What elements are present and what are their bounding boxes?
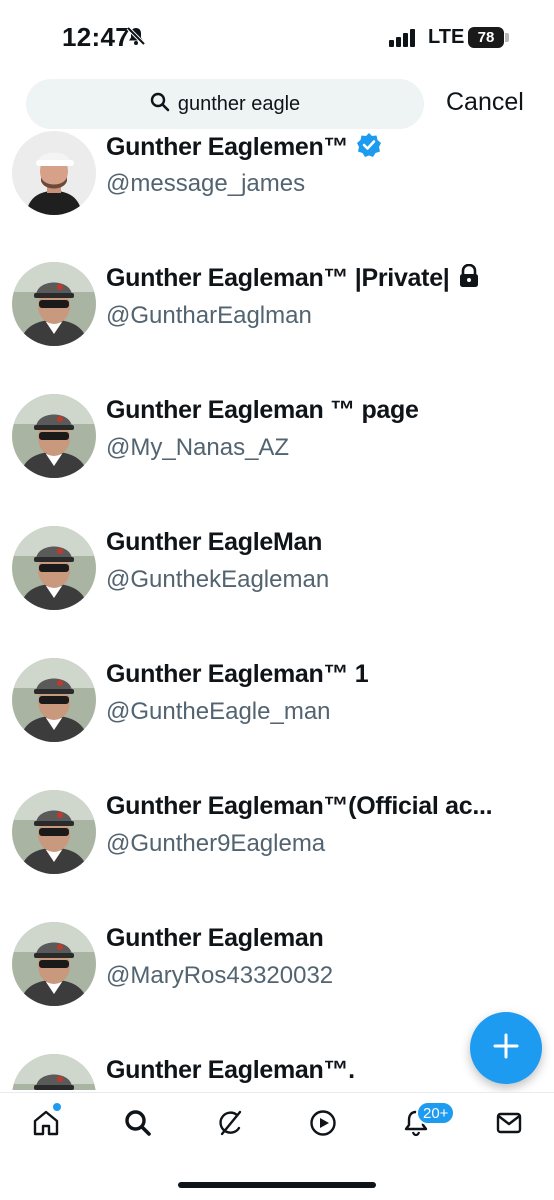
avatar[interactable] — [12, 658, 96, 742]
home-icon — [31, 1108, 61, 1143]
network-type: LTE — [428, 26, 465, 48]
display-name: Gunther Eagleman ™ page — [106, 396, 419, 424]
user-handle: @GuntharEaglman — [106, 302, 312, 329]
video-icon — [308, 1108, 338, 1143]
verified-badge-icon — [356, 132, 382, 163]
avatar[interactable] — [12, 526, 96, 610]
tab-search[interactable] — [118, 1105, 158, 1145]
grok-icon — [215, 1108, 245, 1143]
display-name: Gunther EagleMan — [106, 528, 323, 556]
home-indicator — [178, 1182, 376, 1188]
display-name: Gunther Eagleman™. — [106, 1056, 355, 1084]
user-handle: @My_Nanas_AZ — [106, 434, 290, 461]
avatar[interactable] — [12, 790, 96, 874]
search-query: gunther eagle — [177, 92, 301, 115]
avatar[interactable] — [12, 131, 96, 215]
status-bar: 12:47 LTE 78 — [0, 0, 554, 76]
battery-tip — [505, 33, 509, 42]
avatar[interactable] — [12, 394, 96, 478]
display-name: Gunther Eaglemen™ — [106, 133, 349, 161]
cancel-button[interactable]: Cancel — [446, 88, 524, 117]
user-result-row[interactable]: Gunther Eagleman™ 1 @GuntheEagle_man — [0, 656, 554, 776]
avatar[interactable] — [12, 1054, 96, 1090]
battery-icon: 78 — [468, 27, 504, 48]
user-handle: @MaryRos43320032 — [106, 962, 334, 989]
search-icon — [150, 92, 170, 117]
tab-messages[interactable] — [489, 1105, 529, 1145]
avatar[interactable] — [12, 262, 96, 346]
search-input[interactable]: gunther eagle — [26, 79, 424, 129]
user-result-row[interactable]: Gunther Eagleman™(Official ac... @Gunthe… — [0, 788, 554, 908]
notifications-badge: 20+ — [416, 1101, 456, 1125]
user-result-row[interactable]: Gunther Eagleman™ |Private| @GuntharEagl… — [0, 260, 554, 380]
tab-video[interactable] — [303, 1105, 343, 1145]
tab-grok[interactable] — [210, 1105, 250, 1145]
cellular-signal-icon — [389, 29, 419, 52]
lock-icon — [458, 263, 480, 293]
bell-slash-icon — [126, 26, 146, 51]
plus-icon — [493, 1033, 519, 1064]
display-name: Gunther Eagleman™(Official ac... — [106, 792, 493, 820]
status-time: 12:47 — [62, 22, 130, 52]
user-result-row[interactable]: Gunther Eaglemen™ @message_james — [0, 128, 554, 248]
messages-icon — [494, 1108, 524, 1143]
user-handle: @Gunther9Eaglema — [106, 830, 326, 857]
search-results-list: Gunther Eaglemen™ @message_james Gunther… — [0, 128, 554, 1090]
display-name: Gunther Eagleman™ 1 — [106, 660, 369, 688]
home-unread-dot — [53, 1103, 61, 1111]
user-result-row[interactable]: Gunther Eagleman ™ page @My_Nanas_AZ — [0, 392, 554, 512]
display-name: Gunther Eagleman™ |Private| — [106, 264, 450, 292]
user-handle: @message_james — [106, 170, 306, 197]
compose-button[interactable] — [470, 1012, 542, 1084]
avatar[interactable] — [12, 922, 96, 1006]
display-name: Gunther Eagleman — [106, 924, 324, 952]
user-result-row[interactable]: Gunther Eagleman @MaryRos43320032 — [0, 920, 554, 1040]
user-handle: @GunthekEagleman — [106, 566, 330, 593]
user-handle: @GuntheEagle_man — [106, 698, 331, 725]
user-result-row[interactable]: Gunther EagleMan @GunthekEagleman — [0, 524, 554, 644]
search-icon — [123, 1108, 153, 1143]
tab-home[interactable] — [26, 1105, 66, 1145]
